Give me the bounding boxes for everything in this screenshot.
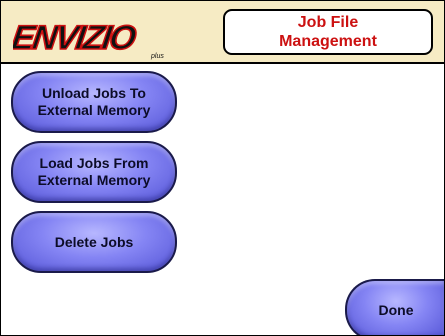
unload-jobs-button[interactable]: Unload Jobs To External Memory (11, 71, 177, 133)
page-title-line-1: Job File (297, 14, 359, 31)
done-label: Done (378, 301, 414, 318)
unload-jobs-label-line-1: Unload Jobs To (42, 85, 146, 101)
load-jobs-label-line-1: Load Jobs From (39, 155, 149, 171)
load-jobs-button[interactable]: Load Jobs From External Memory (11, 141, 177, 203)
unload-jobs-label-line-2: External Memory (37, 102, 151, 118)
header-bar: ENVIZIO plus Job File Management (1, 1, 444, 64)
page-title: Job File Management (223, 9, 433, 55)
envizio-logo: ENVIZIO plus (13, 18, 164, 60)
delete-jobs-button[interactable]: Delete Jobs (11, 211, 177, 273)
job-file-management-screen: ENVIZIO plus Job File Management Unload … (0, 0, 445, 336)
delete-jobs-label: Delete Jobs (54, 233, 134, 250)
page-title-line-2: Management (279, 33, 377, 50)
logo-wordmark: ENVIZIO (13, 19, 138, 57)
logo-subtext: plus (150, 53, 164, 60)
done-button[interactable]: Done (345, 279, 444, 335)
load-jobs-label-line-2: External Memory (37, 172, 151, 188)
